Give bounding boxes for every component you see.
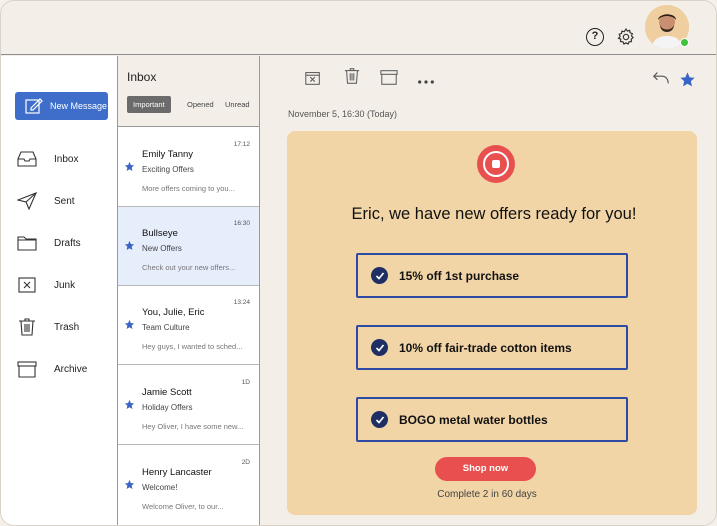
sidebar-item-inbox[interactable]: Inbox (17, 150, 78, 168)
message-subject: Exciting Offers (142, 165, 194, 174)
sidebar-item-label: Inbox (54, 153, 79, 165)
gear-icon[interactable] (616, 27, 636, 47)
filter-unread[interactable]: Unread (219, 96, 256, 113)
sidebar-item-archive[interactable]: Archive (17, 360, 87, 378)
message-subject: Team Culture (142, 323, 190, 332)
help-icon[interactable]: ? (586, 28, 604, 46)
check-icon (371, 267, 388, 284)
message-subject: Holiday Offers (142, 403, 193, 412)
progress-text: Complete 2 in 60 days (437, 489, 537, 500)
message-preview: Check out your new offers... (142, 263, 236, 272)
new-message-label: New Message (50, 101, 108, 111)
message-reader: November 5, 16:30 (Today) Eric, we have … (260, 56, 716, 525)
page-title: Inbox (127, 70, 157, 84)
star-icon[interactable] (124, 399, 135, 410)
offer-text: 15% off 1st purchase (399, 268, 520, 283)
reply-icon[interactable] (652, 69, 670, 87)
trash-icon[interactable] (343, 67, 361, 85)
trash-icon (19, 318, 35, 336)
message-subject: New Offers (142, 244, 182, 253)
message-preview: Hey guys, I wanted to sched... (142, 342, 243, 351)
sidebar-item-label: Drafts (54, 237, 81, 249)
sidebar-item-drafts[interactable]: Drafts (17, 234, 81, 252)
junk-icon[interactable] (304, 69, 322, 87)
message-subject: Welcome! (142, 483, 178, 492)
offer-item: 10% off fair-trade cotton items (356, 325, 628, 370)
message-preview: More offers coming to you... (142, 184, 235, 193)
check-icon (371, 411, 388, 428)
folder-icon (17, 236, 37, 251)
shop-now-button[interactable]: Shop now (435, 457, 536, 481)
star-icon[interactable] (124, 319, 135, 330)
message-sender: Bullseye (142, 228, 178, 239)
new-message-button[interactable]: New Message (15, 92, 108, 120)
message-sender: Henry Lancaster (142, 467, 212, 478)
list-item[interactable]: Jamie Scott 1D Holiday Offers Hey Oliver… (118, 366, 259, 445)
sidebar-item-label: Trash (54, 321, 80, 333)
email-headline: Eric, we have new offers ready for you! (351, 205, 637, 223)
archive-icon (17, 361, 37, 378)
message-time: 17:12 (233, 141, 250, 148)
brand-logo (477, 145, 515, 183)
message-preview: Welcome Oliver, to our... (142, 502, 224, 511)
message-date: November 5, 16:30 (Today) (288, 109, 398, 119)
message-time: 13:24 (233, 299, 250, 306)
sidebar-item-trash[interactable]: Trash (17, 318, 79, 336)
online-status-dot (680, 38, 689, 47)
send-icon (17, 192, 37, 210)
check-icon (371, 339, 388, 356)
message-sender: Emily Tanny (142, 149, 194, 160)
filter-important[interactable]: Important (127, 96, 171, 113)
inbox-icon (17, 151, 37, 167)
sidebar-item-label: Archive (54, 363, 88, 375)
message-list-header: Inbox Important Opened Unread (118, 56, 259, 127)
message-preview: Hey Oliver, I have some new... (142, 422, 244, 431)
star-icon[interactable] (124, 479, 135, 490)
sidebar-item-junk[interactable]: Junk (17, 276, 75, 294)
message-sender: You, Julie, Eric (142, 307, 205, 318)
more-options-icon[interactable] (417, 76, 435, 88)
sidebar: New Message Inbox Sent Drafts Junk Trash… (1, 56, 117, 525)
sidebar-item-label: Sent (54, 195, 75, 207)
list-item[interactable]: Henry Lancaster 2D Welcome! Welcome Oliv… (118, 446, 259, 525)
offer-item: BOGO metal water bottles (356, 397, 628, 442)
message-list: Inbox Important Opened Unread Emily Tann… (117, 56, 260, 525)
filter-opened[interactable]: Opened (181, 96, 220, 113)
compose-icon (25, 98, 43, 114)
junk-icon (18, 277, 36, 293)
star-icon[interactable] (124, 161, 135, 172)
star-icon[interactable] (679, 71, 696, 88)
list-item[interactable]: Bullseye 16:30 New Offers Check out your… (118, 207, 259, 286)
sidebar-item-sent[interactable]: Sent (17, 192, 75, 210)
star-icon[interactable] (124, 240, 135, 251)
list-item[interactable]: You, Julie, Eric 13:24 Team Culture Hey … (118, 286, 259, 365)
list-item[interactable]: Emily Tanny 17:12 Exciting Offers More o… (118, 128, 259, 207)
app-window: ? New Message Inbox Sent Drafts Junk Tra… (0, 0, 717, 526)
offer-item: 15% off 1st purchase (356, 253, 628, 298)
top-bar: ? (1, 1, 716, 55)
offer-text: 10% off fair-trade cotton items (399, 340, 572, 355)
message-time: 16:30 (233, 220, 250, 227)
message-sender: Jamie Scott (142, 387, 192, 398)
archive-icon[interactable] (380, 68, 398, 86)
message-time: 2D (241, 459, 250, 466)
message-time: 1D (241, 379, 250, 386)
sidebar-item-label: Junk (54, 279, 76, 291)
offer-text: BOGO metal water bottles (399, 412, 548, 427)
email-body: Eric, we have new offers ready for you! … (287, 131, 697, 515)
